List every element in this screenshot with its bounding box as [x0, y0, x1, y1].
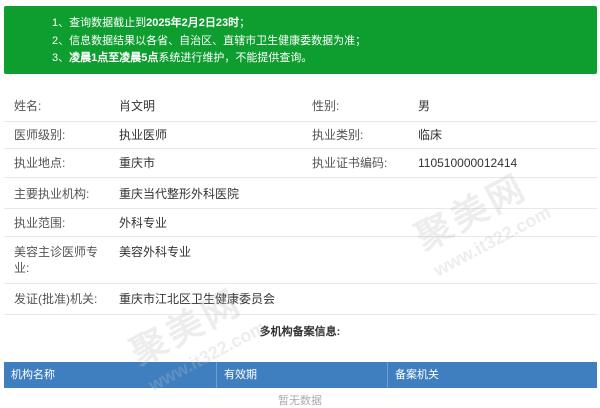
- notice-line-2: 2、信息数据结果以各省、自治区、直辖市卫生健康委数据为准；: [52, 34, 367, 47]
- info-row-institution: 主要执业机构: 重庆当代整形外科医院: [4, 178, 597, 209]
- level-value: 执业医师: [119, 128, 168, 142]
- category-value: 临床: [418, 128, 443, 142]
- location-value: 重庆市: [119, 156, 156, 170]
- info-row-cosmetic: 美容主诊医师专 业: 美容外科专业: [4, 237, 597, 284]
- column-filing-authority: 备案机关: [387, 362, 597, 388]
- info-row-scope: 执业范围: 外科专业: [4, 209, 597, 237]
- info-row-level: 医师级别: 执业医师 执业类别: 临床: [4, 122, 597, 149]
- notice-line-3: 3、凌晨1点至凌晨5点系统进行维护，不能提供查询。: [52, 52, 313, 64]
- cosmetic-label: 美容主诊医师专 业:: [14, 245, 99, 275]
- info-row-location: 执业地点: 重庆市 执业证书编码: 110510000012414: [4, 149, 597, 178]
- scope-value: 外科专业: [119, 216, 168, 230]
- column-validity: 有效期: [216, 362, 387, 388]
- institution-value: 重庆当代整形外科医院: [119, 187, 240, 201]
- gender-value: 男: [418, 99, 431, 113]
- name-value: 肖文明: [119, 99, 156, 113]
- column-institution-name: 机构名称: [11, 369, 55, 381]
- info-row-name: 姓名: 肖文明 性别: 男: [4, 89, 597, 122]
- notice-banner: 1、查询数据截止到2025年2月2日23时； 2、信息数据结果以各省、自治区、直…: [4, 6, 597, 74]
- issuer-label: 发证(批准)机关:: [14, 292, 98, 306]
- institution-label: 主要执业机构:: [14, 187, 90, 201]
- level-label: 医师级别:: [14, 128, 66, 142]
- multi-institution-heading: 多机构备案信息:: [259, 326, 341, 338]
- cosmetic-value: 美容外科专业: [119, 245, 192, 259]
- location-label: 执业地点:: [14, 156, 66, 170]
- gender-label: 性别:: [312, 99, 340, 113]
- name-label: 姓名:: [14, 99, 42, 113]
- notice-line-1: 1、查询数据截止到2025年2月2日23时；: [52, 17, 251, 29]
- category-label: 执业类别:: [312, 128, 364, 142]
- empty-data-text: 暂无数据: [278, 395, 322, 407]
- cert-value: 110510000012414: [418, 156, 518, 170]
- info-row-issuer: 发证(批准)机关: 重庆市江北区卫生健康委员会: [4, 284, 597, 315]
- cert-label: 执业证书编码:: [312, 156, 388, 170]
- scope-label: 执业范围:: [14, 216, 66, 230]
- multi-institution-table-header: 机构名称 有效期 备案机关: [4, 362, 597, 388]
- issuer-value: 重庆市江北区卫生健康委员会: [119, 292, 276, 306]
